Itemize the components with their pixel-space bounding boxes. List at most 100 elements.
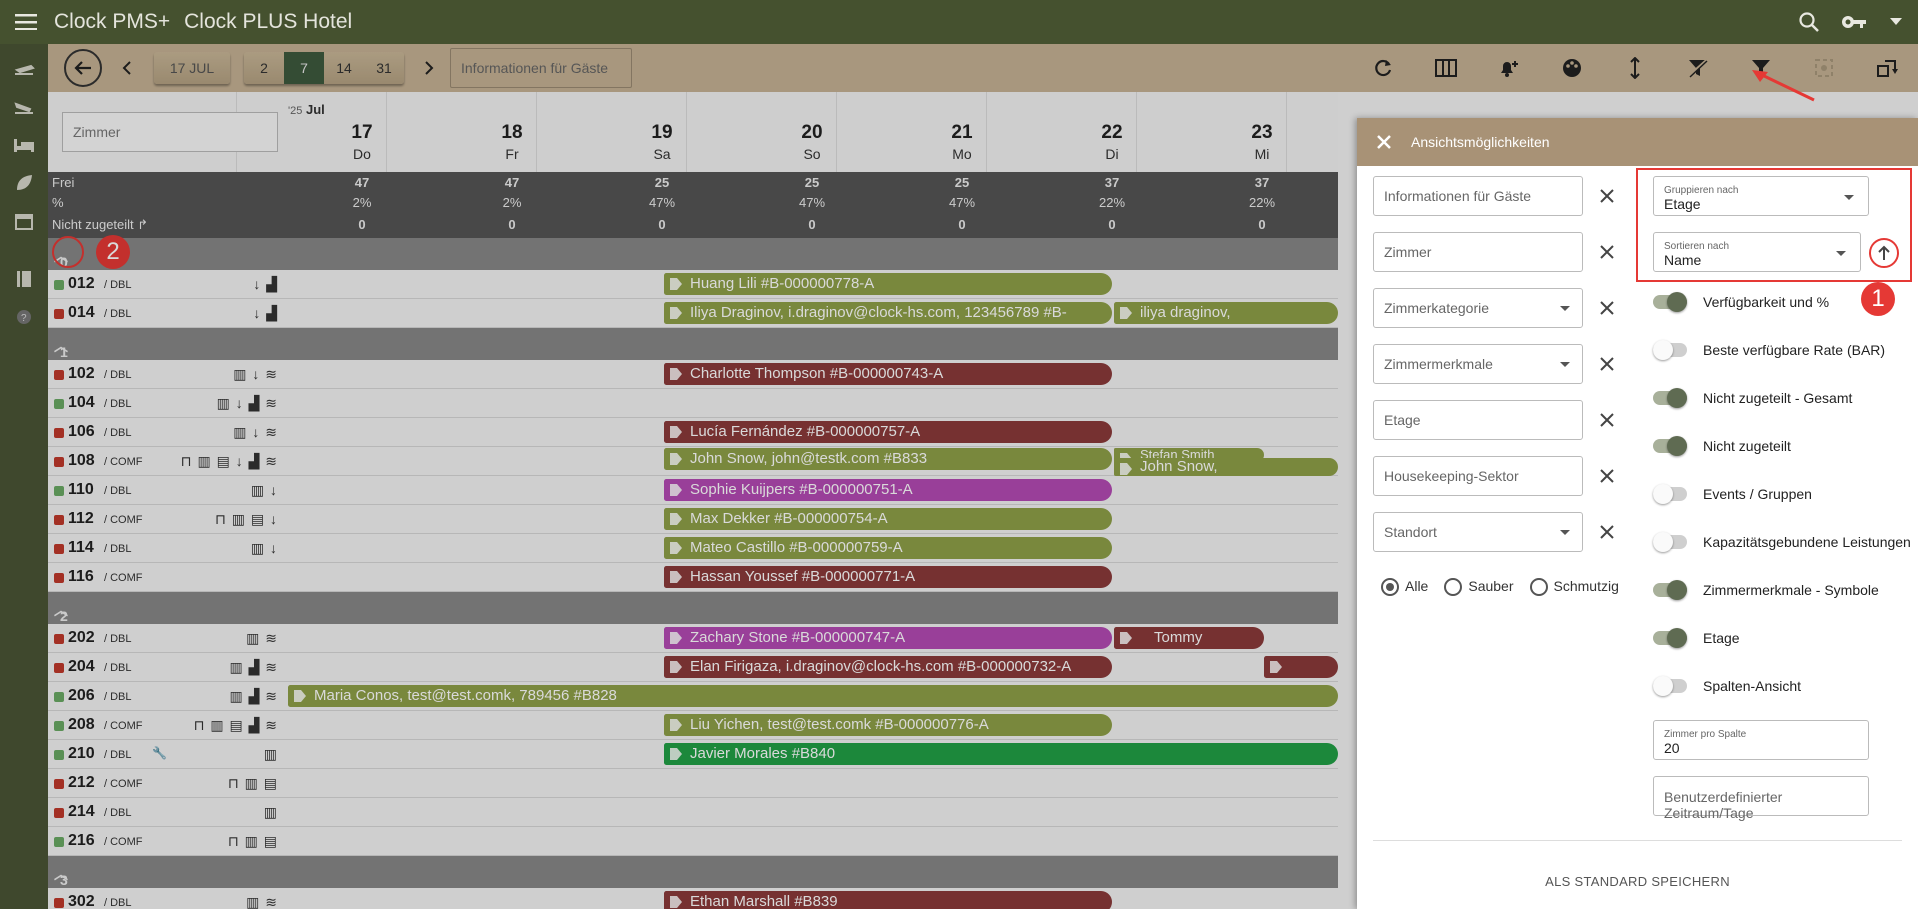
day-header: 23 Mi — [1251, 122, 1273, 162]
range-selector: 2 7 14 31 — [244, 52, 404, 84]
date-button[interactable]: 17 JUL — [154, 52, 230, 84]
menu-icon[interactable] — [0, 0, 52, 44]
table-row[interactable]: 212/ COMF ⊓ ▥ ▤ — [48, 769, 1338, 798]
floor-filter[interactable]: Etage — [1373, 400, 1583, 440]
bed-icon[interactable] — [0, 126, 48, 164]
clear-icon[interactable] — [1595, 520, 1619, 544]
room-search-input[interactable]: Zimmer — [62, 112, 278, 152]
toggle-column-view[interactable]: Spalten-Ansicht — [1653, 676, 1801, 696]
tag-icon — [294, 690, 306, 702]
save-default-button[interactable]: ALS STANDARD SPEICHERN — [1357, 874, 1918, 889]
floor-group-header[interactable]: 3 ︿ — [48, 856, 1338, 888]
hotel-name[interactable]: Clock PLUS Hotel — [184, 10, 352, 34]
booking-bar[interactable]: Hassan Youssef #B-000000771-A — [664, 566, 1112, 588]
room-category-select[interactable]: Zimmerkategorie — [1373, 288, 1583, 328]
sort-by-select[interactable]: Sortieren nach Name — [1653, 232, 1861, 272]
arrow-up-icon — [1877, 245, 1891, 261]
booking-bar[interactable]: Elan Firigaza, i.draginov@clock-hs.com #… — [664, 656, 1112, 678]
notification-add-icon[interactable] — [1477, 44, 1540, 92]
book-icon[interactable] — [0, 260, 48, 298]
range-31[interactable]: 31 — [364, 52, 404, 84]
range-7[interactable]: 7 — [284, 52, 324, 84]
toggle-availability[interactable]: Verfügbarkeit und % — [1653, 292, 1829, 312]
toggle-unassigned-total[interactable]: Nicht zugeteilt - Gesamt — [1653, 388, 1852, 408]
tag-icon — [670, 453, 682, 465]
range-14[interactable]: 14 — [324, 52, 364, 84]
refresh-icon[interactable] — [1351, 44, 1414, 92]
guest-info-field[interactable]: Informationen für Gäste — [450, 48, 632, 88]
clear-icon[interactable] — [1595, 352, 1619, 376]
search-icon[interactable] — [1798, 11, 1820, 33]
calendar-icon[interactable] — [0, 202, 48, 240]
housekeeping-sector-filter[interactable]: Housekeeping-Sektor — [1373, 456, 1583, 496]
radio-dirty[interactable]: Schmutzig — [1529, 578, 1619, 597]
table-row[interactable]: 214/ DBL ▥ — [48, 798, 1338, 827]
toggle-room-feature-symbols[interactable]: Zimmermerkmale - Symbole — [1653, 580, 1879, 600]
booking-bar[interactable]: Zachary Stone #B-000000747-A — [664, 627, 1112, 649]
clear-icon[interactable] — [1595, 240, 1619, 264]
toolbar: 17 JUL 2 7 14 31 Informationen für Gäste — [48, 44, 1918, 92]
day-header: 18 Fr — [501, 122, 523, 162]
clear-icon[interactable] — [1595, 408, 1619, 432]
arrivals-icon[interactable] — [0, 50, 48, 88]
toggle-floor[interactable]: Etage — [1653, 628, 1740, 648]
leaf-icon[interactable] — [0, 164, 48, 202]
location-select[interactable]: Standort — [1373, 512, 1583, 552]
group-by-select[interactable]: Gruppieren nach Etage — [1653, 176, 1869, 216]
custom-range-input[interactable]: Benutzerdefinierter Zeitraum/Tage — [1653, 776, 1869, 821]
radio-all[interactable]: Alle — [1381, 578, 1428, 597]
booking-bar[interactable]: Javier Morales #B840 — [664, 743, 1338, 765]
toggle-capacity-services[interactable]: Kapazitätsgebundene Leistungen — [1653, 532, 1911, 552]
next-icon[interactable] — [424, 61, 434, 75]
columns-icon[interactable] — [1414, 44, 1477, 92]
key-icon[interactable] — [1840, 11, 1870, 33]
booking-bar[interactable]: Liu Yichen, test@test.comk #B-000000776-… — [664, 714, 1112, 736]
room-filter[interactable]: Zimmer — [1373, 232, 1583, 272]
booking-bar[interactable]: John Snow, john@testk.com #B833 — [664, 448, 1112, 470]
table-row[interactable]: 104/ DBL ▥ ↓ ▟ ≋ — [48, 389, 1338, 418]
rooms-per-column-input[interactable]: Zimmer pro Spalte 20 — [1653, 720, 1869, 760]
booking-bar[interactable]: iliya draginov, — [1114, 302, 1338, 324]
tag-icon — [670, 368, 682, 380]
palette-icon[interactable] — [1540, 44, 1603, 92]
booking-bar[interactable]: Maria Conos, test@test.comk, 789456 #B82… — [288, 685, 1338, 707]
close-icon[interactable] — [1357, 118, 1411, 166]
wrench-icon: 🔧 — [152, 746, 167, 760]
radio-clean[interactable]: Sauber — [1444, 578, 1514, 597]
sort-direction-button[interactable] — [1869, 238, 1899, 268]
stats-band: Frei 47 47 25 25 25 37 37 % 2% 2% 47% 47% 47%… — [48, 172, 1338, 238]
room-features-select[interactable]: Zimmermerkmale — [1373, 344, 1583, 384]
floor-group-header[interactable]: 2 ︿ — [48, 592, 1338, 624]
booking-bar[interactable] — [1264, 656, 1338, 678]
clear-icon[interactable] — [1595, 296, 1619, 320]
chevron-down-icon[interactable] — [1890, 18, 1902, 26]
departures-icon[interactable] — [0, 88, 48, 126]
floor-group-header[interactable]: 0 ︿ — [48, 238, 1338, 270]
back-button[interactable] — [64, 49, 102, 87]
row-height-icon[interactable] — [1603, 44, 1666, 92]
table-row[interactable]: 216/ COMF ⊓ ▥ ▤ — [48, 827, 1338, 856]
booking-bar[interactable]: Max Dekker #B-000000754-A — [664, 508, 1112, 530]
swap-view-icon[interactable] — [1855, 44, 1918, 92]
range-2[interactable]: 2 — [244, 52, 284, 84]
floor-group-header[interactable]: 1 ︿ — [48, 328, 1338, 360]
booking-bar[interactable]: Huang Lili #B-000000778-A — [664, 273, 1112, 295]
toggle-events-groups[interactable]: Events / Gruppen — [1653, 484, 1812, 504]
booking-bar[interactable]: John Snow, — [1114, 458, 1338, 476]
previous-icon[interactable] — [122, 61, 132, 75]
booking-bar[interactable]: Charlotte Thompson #B-000000743-A — [664, 363, 1112, 385]
toggle-unassigned[interactable]: Nicht zugeteilt — [1653, 436, 1791, 456]
clear-icon[interactable] — [1595, 184, 1619, 208]
clear-icon[interactable] — [1595, 464, 1619, 488]
help-icon[interactable]: ? — [0, 298, 48, 336]
booking-bar[interactable]: Iliya Draginov, i.draginov@clock-hs.com,… — [664, 302, 1112, 324]
booking-bar[interactable]: Tommy — [1114, 627, 1264, 649]
top-bar: Clock PMS+ Clock PLUS Hotel — [0, 0, 1918, 44]
booking-bar[interactable]: Ethan Marshall #B839 — [664, 891, 1112, 909]
guest-info-filter[interactable]: Informationen für Gäste — [1373, 176, 1583, 216]
toggle-bar-rate[interactable]: Beste verfügbare Rate (BAR) — [1653, 340, 1885, 360]
booking-bar[interactable]: Mateo Castillo #B-000000759-A — [664, 537, 1112, 559]
booking-bar[interactable]: Lucía Fernández #B-000000757-A — [664, 421, 1112, 443]
filter-off-icon[interactable] — [1666, 44, 1729, 92]
booking-bar[interactable]: Sophie Kuijpers #B-000000751-A — [664, 479, 1112, 501]
